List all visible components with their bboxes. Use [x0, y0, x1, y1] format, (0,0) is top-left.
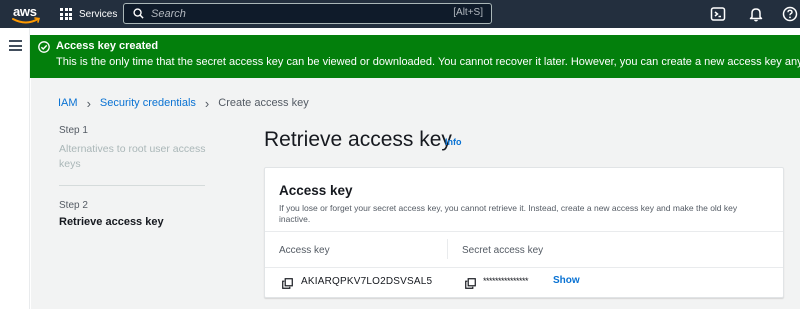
column-divider	[447, 239, 448, 259]
wizard-steps: Step 1 Alternatives to root user access …	[59, 125, 209, 228]
chevron-right-icon: ›	[204, 95, 210, 111]
search-shortcut-hint: [Alt+S]	[453, 7, 483, 18]
step2-title: Retrieve access key	[59, 216, 164, 228]
flash-title: Access key created	[56, 40, 159, 52]
access-key-value: AKIARQPKV7LO2DSVSAL5	[301, 276, 433, 287]
menu-icon[interactable]	[9, 40, 22, 51]
panel-divider	[265, 231, 783, 232]
success-flash-banner: Access key created This is the only time…	[30, 35, 800, 78]
column-header-access-key: Access key	[279, 245, 330, 256]
grid-icon	[60, 8, 72, 20]
aws-logo[interactable]: aws	[11, 3, 45, 25]
show-secret-key-link[interactable]: Show	[553, 275, 580, 286]
top-navigation-bar: aws Services [Alt+S]	[0, 0, 800, 28]
search-icon	[133, 8, 144, 19]
panel-title: Access key	[279, 183, 353, 198]
row-divider	[265, 267, 783, 268]
step1-label: Step 1	[59, 125, 88, 136]
step1-title: Alternatives to root user access keys	[59, 143, 206, 170]
breadcrumb-current: Create access key	[218, 97, 309, 109]
search-input[interactable]	[151, 7, 451, 20]
copy-secret-key-icon[interactable]	[465, 278, 476, 289]
chevron-right-icon: ›	[86, 95, 91, 111]
side-navigation-gutter	[0, 28, 30, 309]
breadcrumb-iam[interactable]: IAM	[58, 97, 78, 109]
column-header-secret-access-key: Secret access key	[462, 245, 544, 256]
check-circle-icon	[38, 41, 50, 53]
step2-label: Step 2	[59, 200, 88, 211]
breadcrumb: IAM › Security credentials › Create acce…	[58, 95, 309, 111]
main-content: IAM › Security credentials › Create acce…	[31, 78, 800, 309]
search-bar[interactable]: [Alt+S]	[123, 3, 492, 24]
copy-access-key-icon[interactable]	[282, 278, 293, 289]
flash-message: This is the only time that the secret ac…	[56, 56, 800, 68]
step-divider	[59, 185, 205, 186]
aws-smile-icon	[12, 17, 41, 24]
info-link[interactable]: Info	[445, 137, 462, 147]
services-label: Services	[79, 8, 118, 20]
help-icon[interactable]	[782, 6, 798, 22]
page-title: Retrieve access key	[264, 128, 452, 151]
bell-icon[interactable]	[748, 6, 764, 22]
cloudshell-icon[interactable]	[710, 6, 726, 22]
secret-key-masked-value: ***************	[483, 276, 529, 286]
services-menu-button[interactable]: Services	[60, 0, 117, 28]
access-key-panel: Access key If you lose or forget your se…	[264, 167, 784, 298]
breadcrumb-security-credentials[interactable]: Security credentials	[100, 97, 196, 109]
panel-description: If you lose or forget your secret access…	[279, 203, 738, 224]
